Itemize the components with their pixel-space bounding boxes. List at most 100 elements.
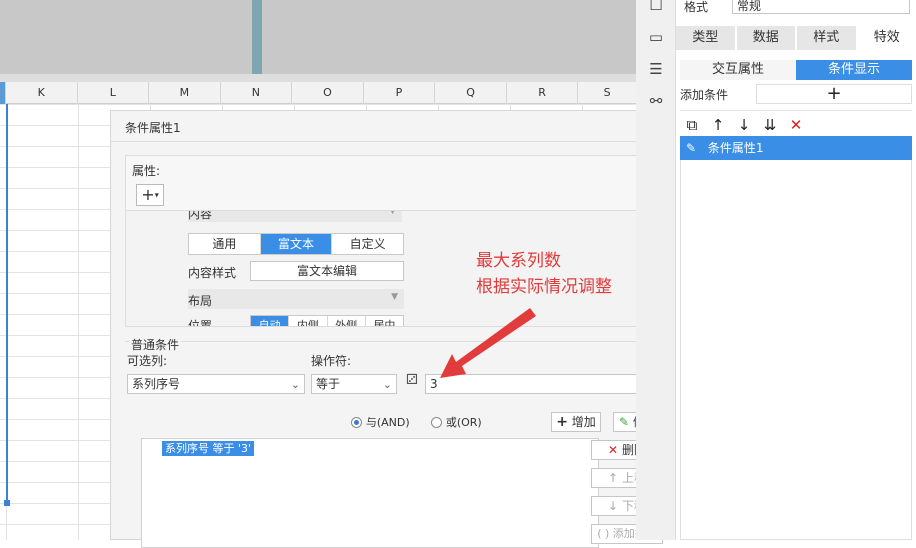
arrow-up-icon: ↑ bbox=[608, 471, 618, 485]
column-header-q[interactable]: Q bbox=[435, 82, 507, 104]
column-header-p[interactable]: P bbox=[364, 82, 436, 104]
or-label: 或(OR) bbox=[446, 416, 482, 429]
plus-icon: + bbox=[826, 83, 841, 104]
column-header-r[interactable]: R bbox=[507, 82, 579, 104]
common-condition-label: 普通条件 bbox=[129, 336, 181, 353]
format-label: 格式 bbox=[684, 0, 708, 15]
column-header-k[interactable]: K bbox=[6, 82, 78, 104]
column-header-m[interactable]: M bbox=[149, 82, 221, 104]
content-row: 内容 ▼ bbox=[188, 210, 402, 222]
column-header-s[interactable]: S bbox=[578, 82, 636, 104]
condition-list-item[interactable]: 系列序号 等于 '3' bbox=[162, 441, 254, 456]
tab-type[interactable]: 类型 bbox=[676, 26, 735, 50]
effect-subtabs: 交互属性 条件显示 bbox=[680, 60, 912, 80]
column-header-o[interactable]: O bbox=[292, 82, 364, 104]
arrow-up-icon[interactable]: ↑ bbox=[710, 116, 726, 134]
condition-attribute-label: 条件属性1 bbox=[708, 141, 764, 155]
optional-column-value: 系列序号 bbox=[132, 377, 180, 391]
condition-attribute-list[interactable] bbox=[680, 160, 912, 540]
content-type-general[interactable]: 通用 bbox=[189, 234, 261, 254]
tab-data[interactable]: 数据 bbox=[737, 26, 796, 50]
optional-column-label: 可选列: bbox=[127, 352, 167, 369]
position-auto[interactable]: 自动 bbox=[251, 316, 289, 326]
plus-icon: + bbox=[556, 414, 568, 430]
and-radio-option[interactable]: 与(AND) bbox=[351, 414, 410, 430]
selection-handle[interactable] bbox=[4, 500, 10, 506]
design-canvas-area bbox=[0, 0, 636, 74]
formula-picker-icon[interactable]: ⚂ bbox=[401, 372, 423, 394]
and-radio[interactable] bbox=[351, 417, 362, 428]
cell-element-icon[interactable]: ☐ bbox=[646, 0, 666, 14]
add-condition-plus-button[interactable]: + bbox=[756, 84, 912, 104]
dialog-title: 条件属性1 bbox=[125, 119, 181, 136]
content-type-segment: 通用 富文本 自定义 bbox=[188, 233, 404, 255]
canvas-splitter[interactable] bbox=[252, 0, 262, 74]
content-type-custom[interactable]: 自定义 bbox=[332, 234, 403, 254]
layout-row: 布局 ▼ bbox=[188, 289, 404, 309]
content-style-label: 内容样式 bbox=[188, 264, 236, 281]
position-outer[interactable]: 外侧 bbox=[328, 316, 366, 326]
chevron-down-icon: ⌄ bbox=[383, 376, 392, 394]
panel-icon-strip: ☐ ▭ ☰ ⚯ bbox=[636, 0, 676, 540]
annotation-line2: 根据实际情况调整 bbox=[476, 272, 612, 297]
position-label: 位置 bbox=[188, 317, 212, 326]
divider bbox=[111, 141, 679, 142]
canvas-strip bbox=[0, 74, 636, 82]
link-icon[interactable]: ⚯ bbox=[646, 92, 666, 110]
chevron-down-icon: ▼ bbox=[389, 210, 396, 216]
delete-x-icon: ✕ bbox=[608, 443, 618, 457]
annotation-line1: 最大系列数 bbox=[476, 246, 561, 271]
edit-pencil-icon: ✎ bbox=[686, 141, 696, 155]
add-property-button[interactable]: +▾ bbox=[136, 184, 164, 206]
content-type-richtext[interactable]: 富文本 bbox=[261, 234, 333, 254]
add-button-label: 增加 bbox=[572, 415, 596, 429]
move-bottom-icon[interactable]: ⇊ bbox=[762, 116, 778, 134]
layout-label: 布局 bbox=[188, 292, 212, 309]
tab-effects[interactable]: 特效 bbox=[858, 26, 916, 50]
plus-icon: + bbox=[141, 185, 154, 204]
or-radio-option[interactable]: 或(OR) bbox=[431, 414, 482, 430]
condition-attribute-item[interactable]: ✎ 条件属性1 bbox=[680, 136, 912, 160]
properties-label: 属性: bbox=[132, 162, 160, 179]
modify-icon: ✎ bbox=[619, 415, 629, 429]
property-tabs: 类型 数据 样式 特效 bbox=[676, 26, 916, 50]
or-radio[interactable] bbox=[431, 417, 442, 428]
properties-section: 属性: +▾ 内容 ▼ 通用 富文本 自定义 内容样式 富文本编辑 布局 ▼ 位… bbox=[125, 155, 665, 327]
condition-list[interactable]: 系列序号 等于 '3' bbox=[141, 438, 599, 548]
delete-x-icon[interactable]: ✕ bbox=[788, 116, 804, 134]
annotation-arrow bbox=[436, 304, 536, 384]
operator-label: 操作符: bbox=[311, 352, 351, 369]
chevron-down-icon: ▾ bbox=[155, 191, 159, 200]
richtext-edit-button[interactable]: 富文本编辑 bbox=[250, 261, 404, 281]
right-settings-panel: ☐ ▭ ☰ ⚯ 格式 常规 类型 数据 样式 特效 交互属性 条件显示 添加条件… bbox=[636, 0, 916, 540]
column-header-n[interactable]: N bbox=[221, 82, 293, 104]
layer-icon[interactable]: ☰ bbox=[646, 60, 666, 78]
operator-select[interactable]: 等于 ⌄ bbox=[311, 374, 397, 394]
optional-column-select[interactable]: 系列序号 ⌄ bbox=[127, 374, 305, 394]
bracket-icon: ( ) bbox=[597, 527, 609, 540]
chevron-down-icon: ▼ bbox=[391, 292, 398, 302]
tab-style[interactable]: 样式 bbox=[797, 26, 856, 50]
format-select[interactable]: 常规 bbox=[732, 0, 910, 14]
condition-toolbar: ⧉ ↑ ↓ ⇊ ✕ bbox=[680, 110, 912, 138]
position-center[interactable]: 居中 bbox=[366, 316, 403, 326]
add-condition-button[interactable]: + 增加 bbox=[551, 412, 601, 432]
selection-border bbox=[6, 104, 8, 502]
operator-value: 等于 bbox=[316, 377, 340, 391]
position-inner[interactable]: 内侧 bbox=[289, 316, 327, 326]
properties-list: 内容 ▼ 通用 富文本 自定义 内容样式 富文本编辑 布局 ▼ 位置 自动 内侧… bbox=[126, 210, 664, 326]
format-value: 常规 bbox=[737, 0, 761, 13]
add-condition-label: 添加条件 bbox=[680, 86, 728, 103]
content-row-label: 内容 bbox=[188, 210, 212, 222]
chevron-down-icon: ⌄ bbox=[291, 376, 300, 394]
subtab-conditional-display[interactable]: 条件显示 bbox=[796, 60, 912, 80]
position-segment: 自动 内侧 外侧 居中 bbox=[250, 315, 404, 326]
copy-icon[interactable]: ⧉ bbox=[684, 116, 700, 134]
column-header-l[interactable]: L bbox=[78, 82, 150, 104]
arrow-down-icon[interactable]: ↓ bbox=[736, 116, 752, 134]
column-header: K L M N O P Q R S bbox=[0, 82, 636, 104]
widget-icon[interactable]: ▭ bbox=[646, 28, 666, 46]
common-condition-section: 普通条件 可选列: 系列序号 ⌄ 操作符: 等于 ⌄ ⚂ 3 与(AND) 或(… bbox=[125, 341, 665, 541]
subtab-interaction[interactable]: 交互属性 bbox=[680, 60, 796, 80]
condition-attribute-dialog: 条件属性1 属性: +▾ 内容 ▼ 通用 富文本 自定义 内容样式 富文本编辑 … bbox=[110, 110, 680, 540]
